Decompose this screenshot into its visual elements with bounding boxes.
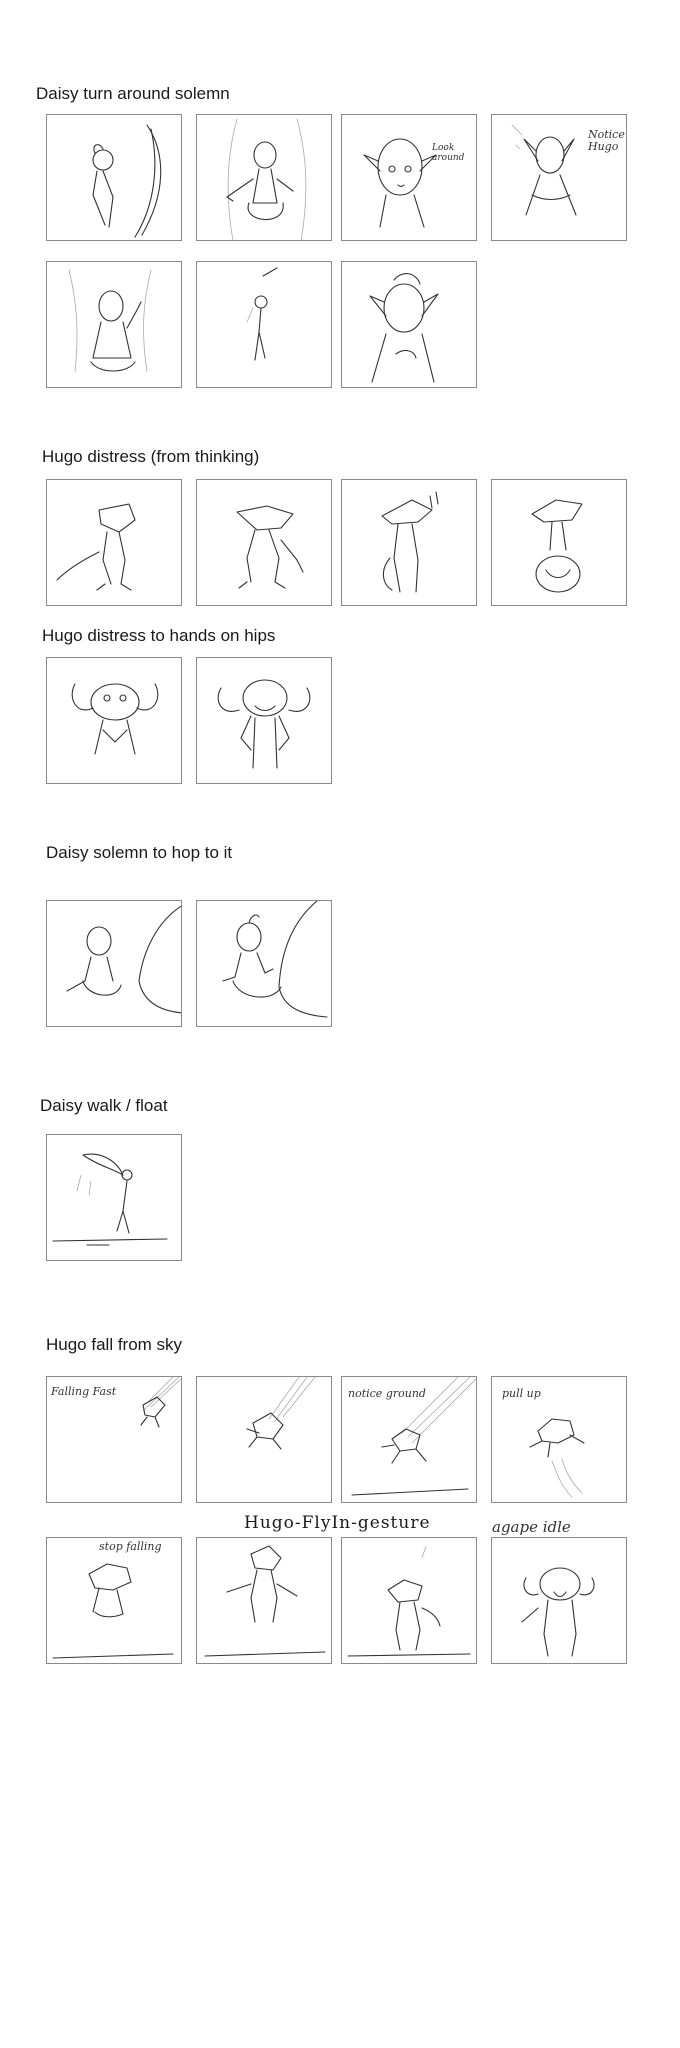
section-title-hugo-distress: Hugo distress (from thinking) [42, 447, 260, 466]
panel-note: notice ground [348, 1387, 426, 1400]
storyboard-panel [341, 479, 477, 606]
hugo-sketch [521, 1567, 595, 1657]
hugo-sketch [204, 1545, 326, 1657]
daisy-sketch [222, 901, 328, 1018]
hugo-sketch [52, 1563, 174, 1659]
hugo-sketch [347, 1545, 471, 1657]
hugo-sketch [381, 491, 439, 593]
storyboard-panel [46, 261, 182, 388]
hugo-sketch [246, 1377, 316, 1450]
storyboard-panel: Falling Fast [46, 1376, 182, 1503]
storyboard-panel [196, 261, 332, 388]
panel-note: Falling Fast [51, 1385, 117, 1398]
storyboard-panel [196, 479, 332, 606]
panel-note: stop falling [99, 1540, 162, 1553]
panel-note: pull up [502, 1387, 541, 1400]
storyboard-panel: Look around [341, 114, 477, 241]
section-title-hugo-hips: Hugo distress to hands on hips [42, 626, 276, 645]
hugo-sketch [71, 683, 159, 755]
storyboard-panel: pull up [491, 1376, 627, 1503]
storyboard-panel [196, 114, 332, 241]
panel-note: Notice Hugo [588, 128, 625, 153]
storyboard-panel [491, 479, 627, 606]
section-title-daisy-hop: Daisy solemn to hop to it [46, 843, 233, 862]
storyboard-panel: stop falling [46, 1537, 182, 1664]
section-title-hugo-fall: Hugo fall from sky [46, 1335, 183, 1354]
panel-note: Look around [432, 143, 465, 163]
daisy-sketch [92, 124, 162, 238]
storyboard-panel [341, 261, 477, 388]
hugo-sketch [531, 499, 583, 593]
section-title-daisy-walk: Daisy walk / float [40, 1096, 168, 1115]
storyboard-panel: Notice Hugo [491, 114, 627, 241]
daisy-sketch [66, 905, 181, 1014]
storyboard-panel [46, 900, 182, 1027]
section-title-daisy-turn: Daisy turn around solemn [36, 84, 230, 103]
annotation-fly-in-gesture: Hugo-FlyIn-gesture [244, 1513, 431, 1533]
storyboard-panel [341, 1537, 477, 1664]
daisy-sketch [226, 118, 307, 240]
storyboard-panel [196, 657, 332, 784]
daisy-sketch [246, 267, 278, 361]
storyboard-panel [46, 1134, 182, 1261]
storyboard-panel [491, 1537, 627, 1664]
storyboard-panel [46, 114, 182, 241]
storyboard-panel [196, 1376, 332, 1503]
storyboard-panel [196, 900, 332, 1027]
storyboard-panel [46, 479, 182, 606]
hugo-sketch [217, 679, 311, 769]
annotation-agape-idle: agape idle [492, 1518, 571, 1536]
daisy-sketch [369, 273, 439, 383]
hugo-sketch [236, 505, 304, 589]
daisy-sketch [68, 269, 152, 373]
hugo-sketch [56, 503, 136, 591]
storyboard-panel [196, 1537, 332, 1664]
daisy-sketch [52, 1153, 168, 1246]
storyboard-panel [46, 657, 182, 784]
storyboard-panel: notice ground [341, 1376, 477, 1503]
daisy-sketch [363, 138, 437, 228]
